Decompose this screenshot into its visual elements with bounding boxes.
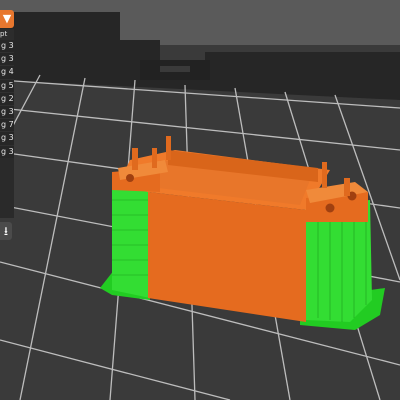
- model-pin-left-2: [152, 148, 157, 168]
- legend-list: 3 g 3 g 4 g 5 g 2 g 3 g 7 g 3 g 3 g 1 g: [0, 40, 14, 172]
- model-pin-left-1: [132, 148, 138, 170]
- legend-panel-footer: [0, 158, 14, 218]
- legend-row: 3 g: [0, 145, 14, 159]
- legend-row: 3 g: [0, 132, 14, 146]
- download-icon: ⭳: [3, 224, 9, 238]
- legend-row: 3 g: [0, 40, 14, 54]
- legend-view-dropdown[interactable]: ▼: [0, 10, 14, 28]
- bed-logo-mark: [160, 66, 190, 72]
- model-pin-left-3: [166, 136, 171, 160]
- mount-hole-right: [325, 203, 335, 213]
- chevron-down-icon: ▼: [2, 12, 12, 25]
- model-pin-right-2: [344, 178, 350, 196]
- sidebar-legend-panel: ▼ pt 3 g 3 g 4 g 5 g 2 g 3 g 7 g 3 g 3 g…: [0, 0, 14, 400]
- mount-hole-left: [126, 174, 134, 182]
- legend-row: 3 g: [0, 105, 14, 120]
- 3d-preview-viewport[interactable]: [0, 0, 400, 400]
- legend-row: 5 g: [0, 79, 14, 93]
- model-pin-right-1: [322, 162, 327, 188]
- legend-row: 4 g: [0, 66, 14, 80]
- support-tower-left: [112, 190, 150, 298]
- legend-row: 3 g: [0, 53, 14, 67]
- export-button[interactable]: ⭳: [0, 222, 12, 240]
- legend-row: 7 g: [0, 119, 14, 133]
- legend-row: 2 g: [0, 92, 14, 106]
- legend-header: pt: [0, 29, 14, 40]
